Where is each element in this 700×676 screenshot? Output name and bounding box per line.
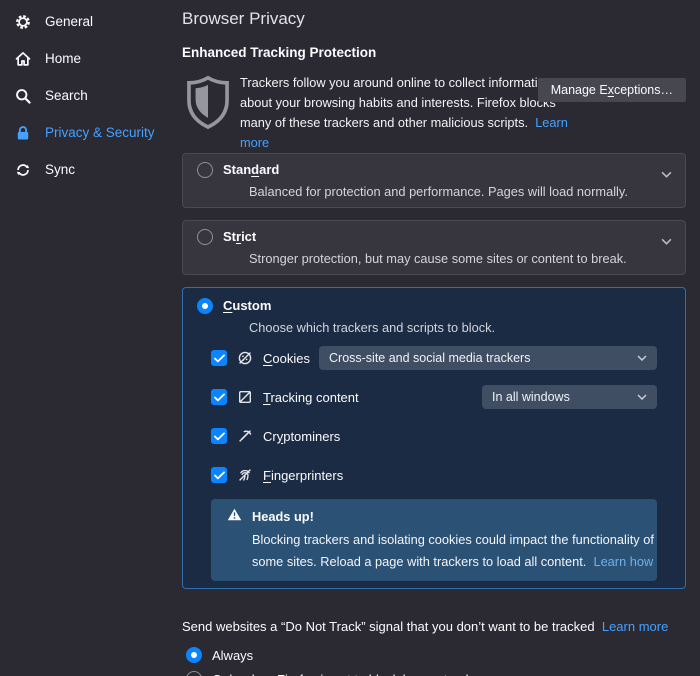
dnt-option-always[interactable]: Always — [182, 647, 686, 663]
sidebar-item-general[interactable]: General — [0, 3, 182, 40]
settings-sidebar: General Home Search Privacy & Security S… — [0, 0, 182, 188]
tracking-content-select-value: In all windows — [492, 390, 570, 404]
custom-radio[interactable] — [197, 298, 213, 314]
etp-option-strict[interactable]: Strict Stronger protection, but may caus… — [182, 220, 686, 275]
main-content: Browser Privacy Enhanced Tracking Protec… — [182, 0, 686, 676]
home-icon — [14, 50, 32, 68]
sidebar-item-label: General — [45, 14, 94, 29]
custom-label: Custom — [223, 298, 272, 313]
strict-description: Stronger protection, but may cause some … — [249, 251, 627, 266]
chevron-down-icon — [661, 166, 672, 181]
etp-option-custom[interactable]: Custom Choose which trackers and scripts… — [182, 287, 686, 589]
sidebar-item-search[interactable]: Search — [0, 77, 182, 114]
cookie-blocked-icon — [237, 350, 253, 366]
cookies-select-value: Cross-site and social media trackers — [329, 351, 531, 365]
dnt-option-only-when-blocking[interactable]: Only when Firefox is set to block known … — [182, 671, 686, 676]
dnt-always-radio[interactable] — [186, 647, 202, 663]
sidebar-item-home[interactable]: Home — [0, 40, 182, 77]
chevron-down-icon — [637, 355, 647, 361]
sidebar-item-label: Privacy & Security — [45, 125, 155, 140]
sidebar-item-label: Home — [45, 51, 82, 66]
dnt-label-row: Send websites a “Do Not Track” signal th… — [182, 619, 686, 634]
sidebar-item-sync[interactable]: Sync — [0, 151, 182, 188]
standard-description: Balanced for protection and performance.… — [249, 184, 628, 199]
custom-description: Choose which trackers and scripts to blo… — [249, 320, 496, 335]
heads-up-title: Heads up! — [252, 508, 314, 524]
dnt-only-when-label: Only when Firefox is set to block known … — [212, 672, 490, 676]
etp-description: Trackers follow you around online to col… — [240, 73, 584, 153]
cookies-select[interactable]: Cross-site and social media trackers — [319, 346, 657, 370]
fingerprinters-row: Fingerprinters — [211, 463, 657, 487]
sidebar-item-label: Sync — [45, 162, 76, 177]
etp-option-standard[interactable]: Standard Balanced for protection and per… — [182, 153, 686, 208]
tracking-content-select[interactable]: In all windows — [482, 385, 657, 409]
cookies-row: Cookies Cross-site and social media trac… — [211, 346, 657, 370]
heads-up-warning: Heads up! Blocking trackers and isolatin… — [211, 499, 657, 581]
heads-up-header: Heads up! — [227, 507, 641, 525]
standard-label: Standard — [223, 162, 280, 177]
chevron-down-icon — [637, 394, 647, 400]
etp-description-text: Trackers follow you around online to col… — [240, 75, 556, 130]
manage-exceptions-button[interactable]: Manage Exceptions… — [537, 78, 686, 102]
strict-radio[interactable] — [197, 229, 213, 245]
cookies-checkbox[interactable] — [211, 350, 227, 366]
fingerprinters-checkbox[interactable] — [211, 467, 227, 483]
dnt-only-when-radio[interactable] — [186, 671, 202, 676]
strict-head: Strict Stronger protection, but may caus… — [197, 229, 671, 266]
page-title: Browser Privacy — [182, 9, 305, 28]
warning-icon — [227, 508, 242, 524]
fingerprinters-label: Fingerprinters — [263, 467, 344, 483]
do-not-track-section: Send websites a “Do Not Track” signal th… — [182, 619, 686, 676]
tracking-content-checkbox[interactable] — [211, 389, 227, 405]
custom-head: Custom Choose which trackers and scripts… — [197, 298, 657, 335]
dnt-learn-more-link[interactable]: Learn more — [602, 619, 668, 634]
strict-label: Strict — [223, 229, 257, 244]
fingerprinter-blocked-icon — [237, 467, 253, 483]
gear-icon — [14, 13, 32, 31]
sync-icon — [14, 161, 32, 179]
shield-icon — [184, 74, 232, 134]
search-icon — [14, 87, 32, 105]
cryptominer-blocked-icon — [237, 428, 253, 444]
cryptominers-label: Cryptominers — [263, 428, 341, 444]
standard-head: Standard Balanced for protection and per… — [197, 162, 671, 199]
tracking-content-row: Tracking content In all windows — [211, 385, 657, 409]
heads-up-text: Blocking trackers and isolating cookies … — [252, 532, 654, 569]
dnt-label: Send websites a “Do Not Track” signal th… — [182, 619, 595, 634]
cookies-label: Cookies — [263, 350, 310, 366]
etp-heading: Enhanced Tracking Protection — [182, 45, 377, 60]
tracking-content-label: Tracking content — [263, 389, 359, 405]
learn-how-link[interactable]: Learn how — [593, 554, 653, 569]
cryptominers-checkbox[interactable] — [211, 428, 227, 444]
etp-description-block: Trackers follow you around online to col… — [182, 73, 686, 150]
standard-radio[interactable] — [197, 162, 213, 178]
tracking-content-blocked-icon — [237, 389, 253, 405]
lock-icon — [14, 124, 32, 142]
chevron-down-icon — [661, 233, 672, 248]
firefox-preferences-privacy-page: General Home Search Privacy & Security S… — [0, 0, 700, 676]
dnt-always-label: Always — [212, 647, 254, 663]
cryptominers-row: Cryptominers — [211, 424, 657, 448]
sidebar-item-label: Search — [45, 88, 88, 103]
sidebar-item-privacy-security[interactable]: Privacy & Security — [0, 114, 182, 151]
